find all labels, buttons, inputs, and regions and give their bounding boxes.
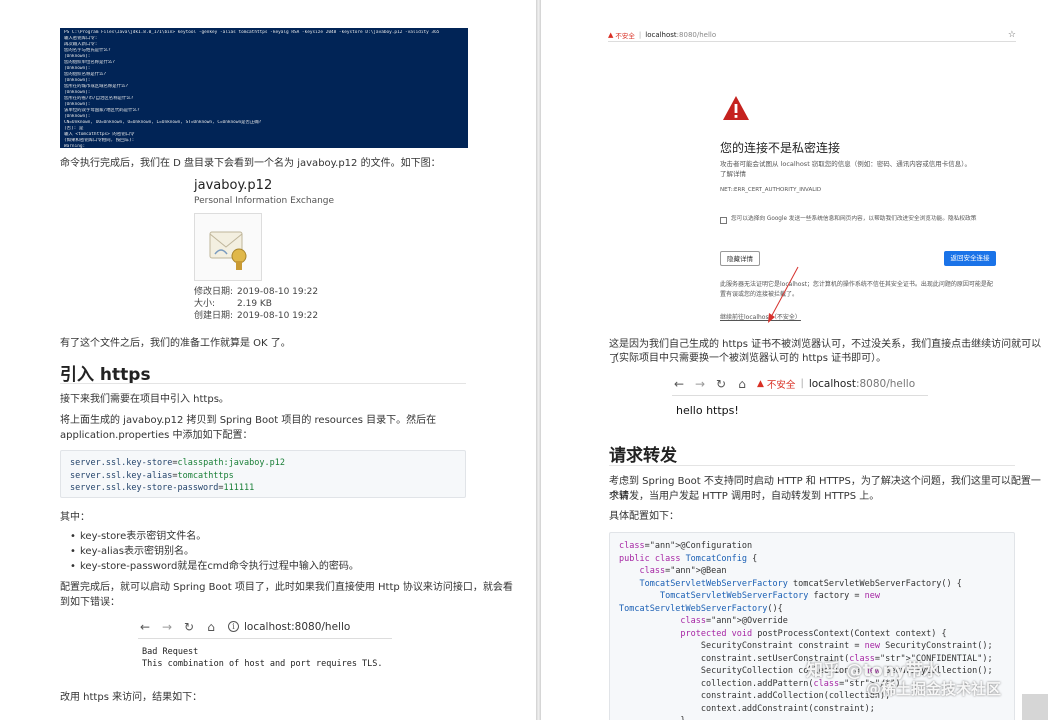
file-name: javaboy.p12 [194, 178, 273, 193]
code-line-keyalias: server.ssl.key-alias=tomcathttps [70, 470, 234, 481]
send-report-text: 您可以选择向 Google 发送一些系统信息和网页内容，以帮助我们改进安全浏览功… [731, 216, 977, 222]
paragraph-next: 接下来我们需要在项目中引入 https。 [60, 394, 229, 405]
info-icon[interactable]: i [228, 621, 239, 632]
paragraph-copy-line2: application.properties 中添加如下配置： [60, 430, 253, 441]
prop-created: 创建日期: 2019-08-10 19:22 [194, 311, 319, 321]
heading-divider [60, 383, 466, 384]
warning-triangle-small-icon: ▲ [757, 378, 764, 389]
https-url-rest: :8080/hello [855, 377, 916, 390]
juejin-watermark: @稀土掘金技术社区 [866, 680, 1002, 698]
list-item: key-store-password就是在cmd命令执行过程中输入的密码。 [68, 559, 359, 574]
file-type: Personal Information Exchange [194, 196, 335, 206]
code-line: public class TomcatConfig { [619, 553, 758, 564]
annotation-arrow [768, 266, 799, 323]
warning-triangle-icon [722, 95, 750, 121]
forward-arrow-icon[interactable]: → [693, 377, 707, 391]
properties-code-block: server.ssl.key-store=classpath:javaboy.p… [60, 450, 466, 498]
warning-triangle-small-icon: ▲ [608, 30, 614, 39]
heading-import-https: 引入 https [60, 365, 151, 385]
code-line: TomcatServletWebServerFactory(){ [619, 603, 783, 614]
code-line: } [619, 715, 1005, 720]
prop-size: 大小: 2.19 KB [194, 299, 272, 309]
warn-url-rest: :8080/hello [676, 30, 717, 39]
code-line: TomcatServletWebServerFactory tomcatServ… [639, 578, 962, 589]
insecure-label: 不安全 [615, 31, 635, 40]
code-line: class="ann">@Override [680, 616, 788, 626]
code-line: context.addConstraint(constraint); [619, 703, 875, 714]
reload-icon[interactable]: ↻ [714, 377, 728, 391]
error-code: NET::ERR_CERT_AUTHORITY_INVALID [720, 187, 822, 193]
address-url: localhost:8080/hello [244, 620, 351, 633]
file-properties: 修改日期: 2019-08-10 19:22 大小: 2.19 KB 创建日期: 20… [194, 286, 318, 322]
corner-badge [1022, 694, 1048, 720]
paragraph-start-line2: 到如下错误： [60, 597, 120, 608]
bullet-list: key-store表示密钥文件名。 key-alias表示密钥别名。 key-s… [68, 529, 359, 574]
warning-description: 攻击者可能会试图从 localhost 窃取您的信息（例如：密码、通讯内容或信用… [720, 160, 972, 178]
paragraph-where: 其中： [60, 512, 90, 523]
home-icon[interactable]: ⌂ [204, 620, 218, 634]
star-icon[interactable]: ☆ [1008, 30, 1016, 40]
heading-request-forward: 请求转发 [609, 446, 677, 466]
paragraph-use-https: 改用 https 来访问，结果如下： [60, 692, 203, 703]
browser-toolbar-https: ← → ↻ ⌂ ▲ 不安全 | localhost:8080/hello [672, 372, 928, 396]
paragraph-start-line1: 配置完成后，就可以启动 Spring Boot 项目了，此时如果我们直接使用 H… [60, 582, 513, 593]
forward-arrow-icon[interactable]: → [160, 620, 174, 634]
paragraph-file-generated: 命令执行完成后，我们在 D 盘目录下会看到一个名为 javaboy.p12 的文… [60, 158, 441, 169]
insecure-label: 不安全 [766, 379, 796, 391]
terminal-line: Warning: [64, 144, 86, 148]
send-report-checkbox[interactable] [720, 217, 727, 224]
paragraph-cert-line2: （实际项目中只需要换一个被浏览器认可的 https 证书即可）。 [609, 353, 887, 364]
terminal-line: PS C:\Program Files\Java\jdk1.8.0_171\bi… [64, 30, 440, 35]
address-bar[interactable]: i localhost:8080/hello [228, 621, 350, 633]
address-separator: | [638, 30, 642, 39]
list-item: key-alias表示密钥别名。 [68, 544, 359, 559]
terminal-screenshot: PS C:\Program Files\Java\jdk1.8.0_171\bi… [60, 28, 468, 148]
code-line: TomcatServletWebServerFactory factory = … [659, 591, 881, 601]
back-arrow-icon[interactable]: ← [138, 620, 152, 634]
code-line-keystore: server.ssl.key-store=classpath:javaboy.p… [70, 458, 285, 468]
hello-https-output: hello https! [676, 404, 739, 417]
browser-toolbar-http: ← → ↻ ⌂ i localhost:8080/hello [138, 615, 392, 639]
bad-request-message: Bad Request This combination of host and… [142, 647, 383, 669]
certificate-file-icon [194, 213, 262, 281]
paragraph-config: 具体配置如下： [609, 511, 679, 522]
prop-modified: 修改日期: 2019-08-10 19:22 [194, 287, 319, 297]
list-item: key-store表示密钥文件名。 [68, 529, 359, 544]
warning-details-text: 此服务器无法证明它是localhost；您计算机的操作系统不信任其安全证书。出现… [720, 281, 993, 298]
back-arrow-icon[interactable]: ← [672, 377, 686, 391]
hide-details-button[interactable]: 隐藏详情 [720, 251, 760, 266]
warning-title: 您的连接不是私密连接 [720, 141, 841, 155]
address-bar[interactable]: ▲ 不安全 | localhost:8080/hello [757, 377, 915, 391]
code-line: class="ann">@Bean [639, 566, 727, 576]
heading-divider [609, 465, 1015, 466]
paragraph-copy-line1: 将上面生成的 javaboy.p12 拷贝到 Spring Boot 项目的 r… [60, 415, 437, 426]
paragraph-ready: 有了这个文件之后，我们的准备工作就算是 OK 了。 [60, 338, 291, 349]
reload-icon[interactable]: ↻ [182, 620, 196, 634]
code-line-password: server.ssl.key-store-password=111111 [70, 483, 255, 493]
back-to-safety-button[interactable]: 返回安全连接 [944, 251, 996, 266]
address-separator: | [800, 378, 804, 389]
code-line: SecurityConstraint constraint = new Secu… [619, 641, 993, 651]
https-url-host: localhost [808, 377, 856, 390]
home-icon[interactable]: ⌂ [735, 377, 749, 391]
code-line: protected void postProcessContext(Contex… [680, 628, 947, 639]
warning-address-bar[interactable]: ▲ 不安全 | localhost:8080/hello ☆ [608, 28, 1016, 42]
left-document-page: PS C:\Program Files\Java\jdk1.8.0_171\bi… [0, 0, 536, 720]
paragraph-forward-line2: 求转发，当用户发起 HTTP 调用时，自动转发到 HTTPS 上。 [609, 491, 880, 502]
code-line: class="ann">@Configuration [619, 541, 753, 551]
warn-url-host: localhost [645, 30, 677, 39]
